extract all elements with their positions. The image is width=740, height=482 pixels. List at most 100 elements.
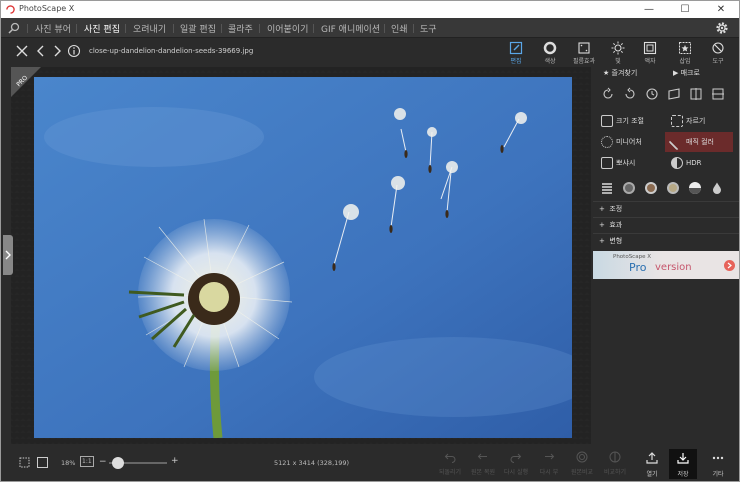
crop-icon <box>671 115 683 127</box>
redo-all-button[interactable]: 다시 부 <box>535 451 563 476</box>
undo-label: 되돌리기 <box>438 469 462 476</box>
mode-frame-label: 액자 <box>644 58 656 65</box>
menu-print[interactable]: 인쇄 <box>391 22 408 35</box>
redo-label: 다시 실행 <box>504 469 528 476</box>
undo-button[interactable]: 되돌리기 <box>436 451 464 476</box>
menu-photo-viewer[interactable]: 사진 뷰어 <box>35 22 71 35</box>
rotate-left-icon[interactable] <box>601 87 615 101</box>
app-window: PhotoScape X — ☐ ✕ 사진 뷰어 사진 편집 오려내기 일괄 편… <box>0 0 740 482</box>
mode-light-button[interactable]: 빛 <box>603 41 633 65</box>
filter-circle-3-icon[interactable] <box>666 181 680 195</box>
window-title: PhotoScape X <box>19 4 75 13</box>
selection-icon[interactable] <box>18 456 31 469</box>
compare-button[interactable]: 비교하기 <box>601 451 629 476</box>
magic-color-tool[interactable]: 매직 컬러 <box>665 132 733 152</box>
maximize-button[interactable]: ☐ <box>667 1 703 18</box>
chevron-left-icon[interactable] <box>34 44 48 58</box>
menu-gif[interactable]: GIF 애니메이션 <box>321 22 380 35</box>
mode-insert-button[interactable]: 삽입 <box>670 41 700 65</box>
zoom-level: 18% <box>61 459 76 467</box>
info-icon[interactable] <box>67 44 81 58</box>
tab-macro[interactable]: ▶ 매크로 <box>673 68 700 82</box>
rotate-angle-icon[interactable] <box>645 87 659 101</box>
title-bar: PhotoScape X — ☐ ✕ <box>1 1 739 18</box>
left-panel-toggle[interactable] <box>3 235 13 275</box>
film-icon <box>578 42 590 54</box>
menu-collage[interactable]: 콜라주 <box>228 22 253 35</box>
redo-button[interactable]: 다시 실행 <box>502 451 530 476</box>
filter-circle-1-icon[interactable] <box>622 181 636 195</box>
mode-film-button[interactable]: 필름효과 <box>569 41 599 65</box>
chevron-right-icon[interactable] <box>50 44 64 58</box>
chevron-right-icon <box>5 250 11 260</box>
drop-icon[interactable] <box>710 181 724 195</box>
mode-film-label: 필름효과 <box>572 58 596 65</box>
revert-label: 원본 복원 <box>471 469 495 476</box>
upload-icon <box>646 452 658 464</box>
promo-brand: PhotoScape X <box>613 254 651 260</box>
actual-size-button[interactable]: 1:1 <box>80 456 94 467</box>
tools-icon <box>712 42 724 54</box>
accordion-transform[interactable]: + 변형 <box>593 233 739 249</box>
accordion-transform-label: 변형 <box>609 237 623 245</box>
open-label: 열기 <box>646 471 658 478</box>
transform-icons-row <box>593 85 739 105</box>
menu-tools[interactable]: 도구 <box>420 22 437 35</box>
close-window-button[interactable]: ✕ <box>703 1 739 18</box>
filter-circle-2-icon[interactable] <box>644 181 658 195</box>
mode-edit-label: 편집 <box>510 58 522 65</box>
mode-edit-button[interactable]: 편집 <box>501 41 531 65</box>
redo-icon <box>510 453 522 463</box>
mode-insert-label: 삽입 <box>679 58 691 65</box>
revert-button[interactable]: 원본 복원 <box>469 451 497 476</box>
straighten-icon[interactable] <box>667 87 681 101</box>
gear-icon[interactable] <box>715 21 729 35</box>
edit-icon <box>509 41 523 55</box>
tab-favorites[interactable]: ★ 즐겨찾기 <box>603 68 637 82</box>
pro-version-banner[interactable]: PhotoScape X Pro version <box>593 251 739 279</box>
frame-icon <box>643 41 657 55</box>
menu-combine[interactable]: 이어붙이기 <box>267 22 308 35</box>
tab-macro-label: 매크로 <box>680 69 700 77</box>
rotate-right-icon[interactable] <box>623 87 637 101</box>
save-button[interactable]: 저장 <box>669 449 697 479</box>
favorites-macro-tabs: ★ 즐겨찾기 ▶ 매크로 <box>593 67 739 83</box>
menu-batch[interactable]: 일괄 편집 <box>180 22 216 35</box>
filter-circle-4-icon[interactable] <box>688 181 702 195</box>
redo-all-icon <box>545 453 555 460</box>
menu-photo-editor[interactable]: 사진 편집 <box>84 22 120 35</box>
crop-tool[interactable]: 자르기 <box>665 111 733 131</box>
accordion-adjust[interactable]: + 조정 <box>593 201 739 217</box>
promo-version-label: version <box>655 262 692 273</box>
fit-screen-icon[interactable] <box>36 456 49 469</box>
color-circle-icon <box>543 41 557 55</box>
revert-icon <box>477 453 487 460</box>
open-button[interactable]: 열기 <box>638 451 666 478</box>
zoom-slider-handle[interactable] <box>112 457 124 469</box>
minimize-button[interactable]: — <box>631 1 667 18</box>
search-icon[interactable] <box>8 22 20 34</box>
flip-horizontal-icon[interactable] <box>689 87 703 101</box>
list-filter-icon[interactable] <box>600 181 614 195</box>
resize-tool[interactable]: 크기 조절 <box>595 111 663 131</box>
mode-frame-button[interactable]: 액자 <box>635 41 665 65</box>
right-side-panel: ★ 즐겨찾기 ▶ 매크로 크기 조절 자르기 미니어처 매직 컬러 뽀샤시 HD… <box>593 67 739 444</box>
mode-tools-button[interactable]: 도구 <box>703 41 733 65</box>
mode-color-button[interactable]: 색상 <box>535 41 565 65</box>
accordion-effects-label: 효과 <box>609 221 623 229</box>
flip-vertical-icon[interactable] <box>711 87 725 101</box>
menu-cut-out[interactable]: 오려내기 <box>133 22 166 35</box>
hdr-icon <box>671 157 683 169</box>
bloom-tool[interactable]: 뽀샤시 <box>595 153 663 173</box>
compare-original-button[interactable]: 원본비교 <box>568 451 596 476</box>
hdr-tool[interactable]: HDR <box>665 153 733 173</box>
miniature-icon <box>601 136 613 148</box>
close-icon[interactable] <box>15 44 29 58</box>
resize-label: 크기 조절 <box>616 117 644 125</box>
zoom-in-button[interactable]: + <box>171 456 179 466</box>
accordion-effects[interactable]: + 효과 <box>593 217 739 233</box>
mode-tools-label: 도구 <box>712 58 724 65</box>
more-button[interactable]: 기타 <box>704 451 732 478</box>
zoom-out-button[interactable]: − <box>99 457 107 467</box>
miniature-tool[interactable]: 미니어처 <box>595 132 663 152</box>
